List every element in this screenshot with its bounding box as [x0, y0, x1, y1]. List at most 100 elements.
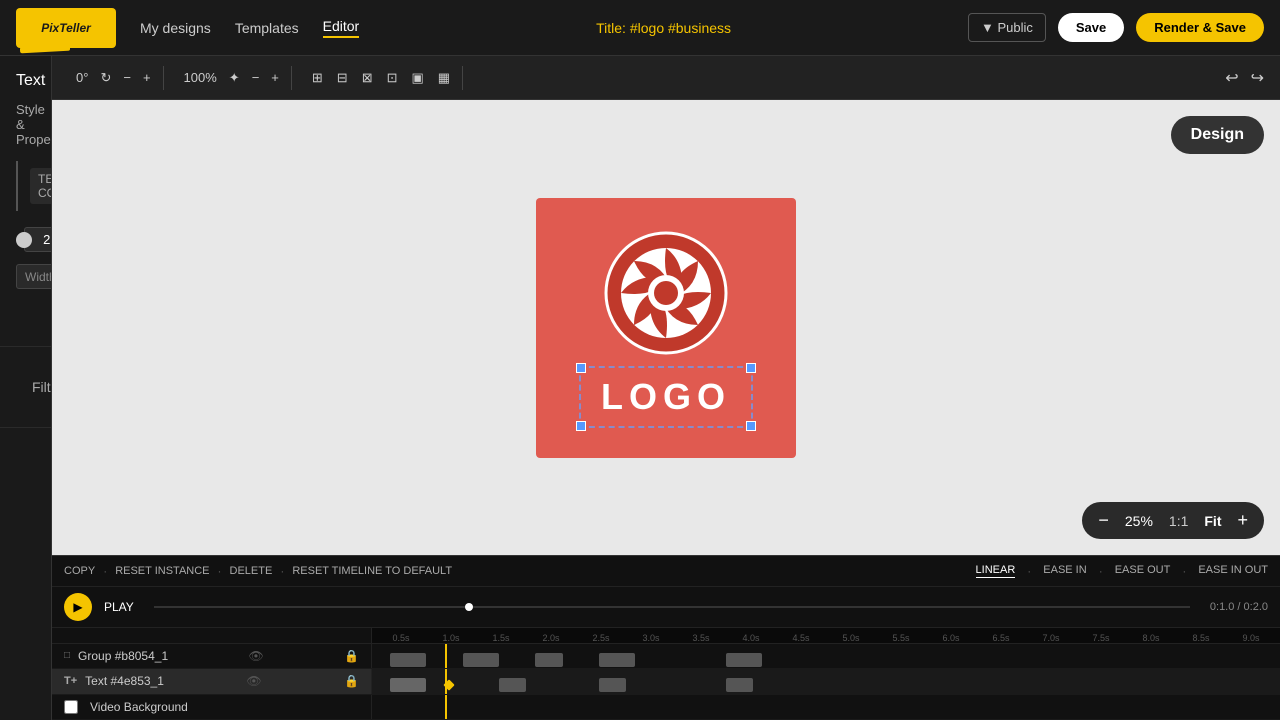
filters-label: Filters: [16, 363, 48, 411]
playhead[interactable]: [445, 695, 447, 719]
text-track-icon: T+: [64, 675, 77, 687]
render-button[interactable]: Render & Save: [1136, 13, 1264, 42]
handle-bottom-left[interactable]: [576, 421, 586, 431]
canvas-area: Design: [52, 100, 1280, 555]
nav-right: ▼ Public Save Render & Save: [968, 13, 1264, 42]
group-track-name: Group #b8054_1: [78, 649, 168, 663]
reset-timeline-action[interactable]: RESET TIMELINE TO DEFAULT: [292, 565, 452, 577]
rotation-value: 0°: [72, 66, 92, 89]
logo-mark: PixTeller: [16, 8, 116, 48]
align-right[interactable]: ⊠: [358, 66, 377, 90]
redo-button[interactable]: ↪: [1247, 64, 1268, 92]
zoom-in-button[interactable]: +: [1229, 506, 1256, 535]
playhead[interactable]: [445, 669, 447, 693]
text-eye-icon[interactable]: 👁: [246, 674, 261, 688]
title-prefix: Title:: [596, 20, 626, 36]
style-props-label: Style & Properties: [16, 102, 35, 147]
ease-in-out[interactable]: EASE IN OUT: [1198, 564, 1268, 578]
save-button[interactable]: Save: [1058, 13, 1124, 42]
align-center-h[interactable]: ⊟: [333, 66, 352, 90]
filters-section: Filters: [0, 347, 51, 428]
reset-instance-action[interactable]: RESET INSTANCE: [115, 565, 209, 577]
ease-out[interactable]: EASE OUT: [1115, 564, 1171, 578]
group-icon: □: [64, 650, 70, 661]
toolbar: 0° ↻ − + 100% ✦ − + ⊞ ⊟ ⊠ ⊡ ▣ ▦ ↩ ↪: [52, 56, 1280, 100]
design-button[interactable]: Design: [1171, 116, 1264, 154]
align-left[interactable]: ⊞: [308, 66, 327, 90]
handle-top-right[interactable]: [746, 363, 756, 373]
timeline-tracks: 0.5s 1.0s 1.5s 2.0s 2.5s 3.0s 3.5s 4.0s …: [52, 628, 1280, 720]
rotate-plus[interactable]: +: [139, 66, 155, 89]
text-track-label: T+ Text #4e853_1 👁 🔒: [52, 669, 372, 693]
rotate-minus[interactable]: −: [119, 66, 135, 89]
play-button[interactable]: ▶: [64, 593, 92, 621]
undo-redo-group: ↩ ↪: [1221, 64, 1268, 92]
main-layout: Text Style & Properties TEXT COLOR 250 −…: [0, 56, 1280, 720]
zoom-fit[interactable]: Fit: [1196, 513, 1229, 529]
align-top[interactable]: ⊡: [383, 66, 402, 90]
timeline-controls: ▶ PLAY 0:1.0 / 0:2.0: [52, 587, 1280, 628]
logo-text-selection: LOGO: [579, 366, 753, 428]
video-checkbox[interactable]: [64, 700, 78, 714]
rotation-group: 0° ↻ − +: [64, 66, 164, 90]
handle-bottom-right[interactable]: [746, 421, 756, 431]
ruler-area: 0.5s 1.0s 1.5s 2.0s 2.5s 3.0s 3.5s 4.0s …: [372, 628, 1280, 643]
align-middle[interactable]: ▣: [408, 66, 428, 90]
group-eye-icon[interactable]: 👁: [248, 649, 263, 663]
ease-linear[interactable]: LINEAR: [976, 564, 1016, 578]
zoom-icon[interactable]: ✦: [225, 66, 244, 90]
keyframe-block: [499, 678, 526, 692]
left-panel: Text Style & Properties TEXT COLOR 250 −…: [0, 56, 52, 720]
ease-in[interactable]: EASE IN: [1043, 564, 1086, 578]
ease-group: LINEAR · EASE IN · EASE OUT · EASE IN OU…: [976, 564, 1268, 578]
text-color-label: TEXT COLOR: [30, 168, 52, 204]
zoom-value: 100%: [180, 66, 221, 89]
logo-text: LOGO: [601, 376, 731, 417]
zoom-group: 100% ✦ − +: [172, 66, 292, 90]
canvas-design: LOGO: [536, 198, 796, 458]
text-track-timeline[interactable]: [372, 669, 1280, 693]
nav-my-designs[interactable]: My designs: [140, 20, 211, 36]
bar-chart[interactable]: ▦: [434, 66, 454, 90]
video-track-timeline[interactable]: [372, 695, 1280, 719]
keyframe-block: [726, 653, 762, 667]
public-button[interactable]: ▼ Public: [968, 13, 1046, 42]
keyframe-block: [463, 653, 499, 667]
delete-action[interactable]: DELETE: [230, 565, 273, 577]
timeline-actions: COPY · RESET INSTANCE · DELETE · RESET T…: [52, 556, 1280, 587]
y-row: Y: 744: [16, 297, 35, 322]
text-track-name: Text #4e853_1: [85, 674, 164, 688]
rotate-button[interactable]: ↻: [96, 66, 115, 90]
video-track-name: Video Background: [90, 700, 188, 714]
nav-templates[interactable]: Templates: [235, 20, 299, 36]
title-area: Title: #logo #business: [383, 20, 944, 36]
undo-button[interactable]: ↩: [1221, 64, 1242, 92]
zoom-plus[interactable]: +: [267, 66, 283, 89]
table-row: Video Background: [52, 695, 1280, 720]
top-nav: PixTeller My designs Templates Editor Ti…: [0, 0, 1280, 56]
zoom-out-button[interactable]: −: [1090, 506, 1117, 535]
nav-editor[interactable]: Editor: [323, 18, 360, 38]
group-track-label: □ Group #b8054_1 👁 🔒: [52, 644, 372, 668]
width-field: Width: 800: [16, 264, 52, 289]
group-lock-icon[interactable]: 🔒: [344, 649, 359, 663]
time-display: 0:1.0 / 0:2.0: [1210, 601, 1268, 613]
time-ruler: 0.5s 1.0s 1.5s 2.0s 2.5s 3.0s 3.5s 4.0s …: [52, 628, 1280, 644]
width-row: Width: 800 X: 140: [16, 264, 35, 289]
playhead[interactable]: [445, 644, 447, 668]
width-label: Width:: [25, 270, 52, 284]
camera-lens-icon: [601, 228, 731, 358]
zoom-minus[interactable]: −: [248, 66, 264, 89]
font-size-slider-thumb[interactable]: [16, 232, 32, 248]
zoom-ratio: 1:1: [1161, 513, 1196, 529]
text-color-swatch[interactable]: [16, 161, 18, 211]
text-lock-icon[interactable]: 🔒: [344, 674, 359, 688]
copy-action[interactable]: COPY: [64, 565, 95, 577]
group-track-timeline[interactable]: [372, 644, 1280, 668]
keyframe-block: [535, 653, 562, 667]
playhead-track[interactable]: [154, 606, 1190, 608]
keyframe-block: [599, 653, 635, 667]
keyframe-block: [726, 678, 753, 692]
handle-top-left[interactable]: [576, 363, 586, 373]
text-label: Text: [16, 72, 35, 90]
